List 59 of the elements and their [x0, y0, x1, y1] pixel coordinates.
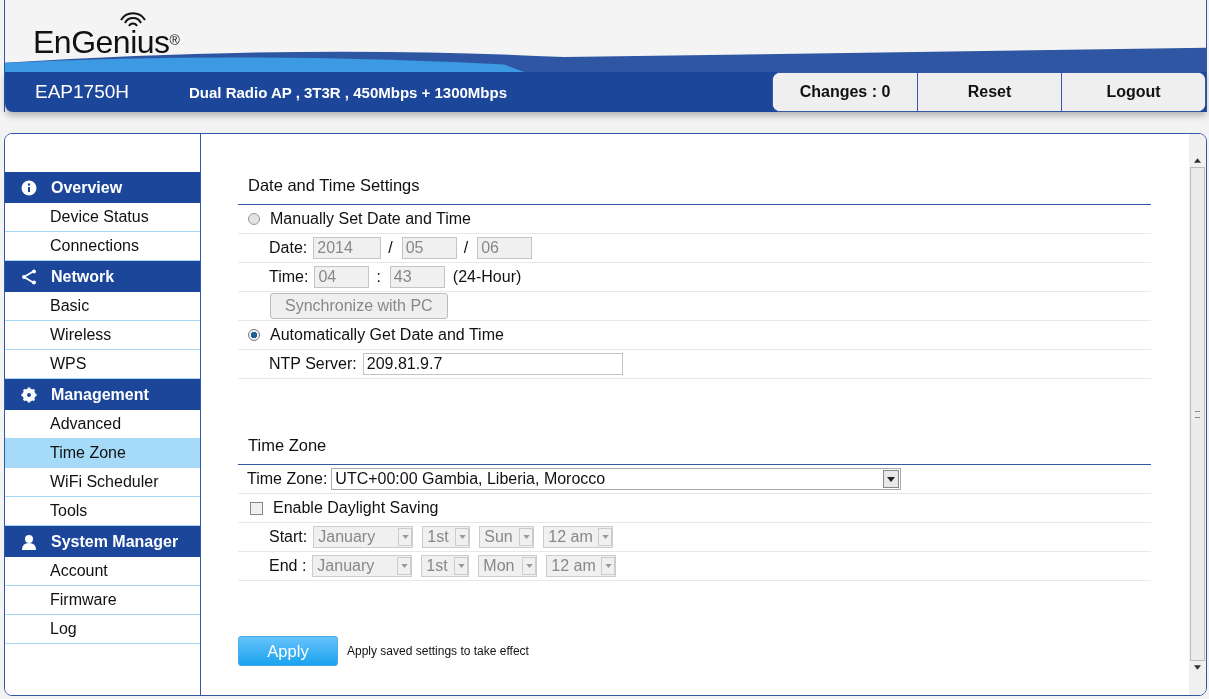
radio-button[interactable]: [248, 329, 260, 341]
caret-icon: [400, 564, 408, 568]
radio-label: Manually Set Date and Time: [270, 210, 471, 228]
caret-icon: [522, 535, 530, 539]
apply-note: Apply saved settings to take effect: [347, 644, 529, 658]
menu-group-title: Overview: [51, 178, 123, 197]
registered-mark: ®: [169, 32, 180, 48]
caret-icon: [457, 564, 465, 568]
header-button[interactable]: Logout: [1061, 73, 1205, 111]
menu-item[interactable]: Wireless: [5, 321, 200, 350]
device-description: Dual Radio AP , 3T3R , 450Mbps + 1300Mbps: [189, 83, 508, 101]
menu-group-header[interactable]: System Manager: [5, 526, 200, 557]
wifi-icon: [117, 12, 148, 28]
caret-icon: [458, 535, 466, 539]
menu-item[interactable]: Device Status: [5, 203, 200, 232]
caret-icon: [525, 564, 533, 568]
scroll-up-icon: [1194, 158, 1201, 163]
field-label: End :: [269, 557, 307, 575]
field-label: Start:: [269, 528, 308, 546]
menu-item[interactable]: Time Zone: [5, 439, 200, 468]
menu-item[interactable]: WiFi Scheduler: [5, 468, 200, 497]
menu-item[interactable]: Account: [5, 557, 200, 586]
caret-icon: [604, 564, 612, 568]
field-label: NTP Server:: [269, 355, 357, 373]
info-icon: [21, 179, 37, 196]
menu-group-title: System Manager: [51, 532, 179, 551]
radio-label: Automatically Get Date and Time: [270, 326, 504, 344]
user-icon: [21, 533, 37, 550]
checkbox[interactable]: [250, 501, 263, 515]
ntp-server-field[interactable]: 209.81.9.7: [362, 353, 623, 375]
menu-item[interactable]: Firmware: [5, 586, 200, 615]
logo-text: EnGenius: [33, 23, 170, 62]
caret-icon: [401, 535, 409, 539]
menu-item[interactable]: Basic: [5, 292, 200, 321]
radio-button[interactable]: [248, 213, 260, 225]
caret-icon: [887, 476, 896, 482]
section-title: Date and Time Settings: [238, 172, 1151, 205]
share-icon: [21, 268, 37, 285]
menu-item[interactable]: Log: [5, 615, 200, 644]
menu-group-title: Network: [51, 267, 115, 286]
caret-icon: [601, 535, 609, 539]
hint-text: (24-Hour): [452, 268, 522, 286]
scrollbar[interactable]: [1189, 134, 1206, 695]
field-label: Time:: [269, 268, 309, 286]
field-label: Date:: [269, 239, 308, 257]
checkbox-label: Enable Daylight Saving: [273, 499, 439, 517]
separator-text: /: [463, 239, 469, 257]
separator-text: /: [388, 239, 393, 257]
menu-group-header[interactable]: Management: [5, 379, 200, 410]
scroll-down-icon: [1194, 665, 1201, 670]
model-name: EAP1750H: [35, 81, 130, 103]
menu-group-header[interactable]: Network: [5, 261, 200, 292]
menu-group-header[interactable]: Overview: [5, 172, 200, 203]
separator-text: :: [376, 268, 381, 286]
time-zone-dropdown[interactable]: UTC+00:00 Gambia, Liberia, Morocco: [331, 468, 902, 490]
gear-icon: [21, 386, 37, 403]
section-title: Time Zone: [238, 432, 1151, 465]
field-label: Time Zone:: [247, 470, 328, 488]
menu-group-title: Management: [51, 385, 149, 404]
